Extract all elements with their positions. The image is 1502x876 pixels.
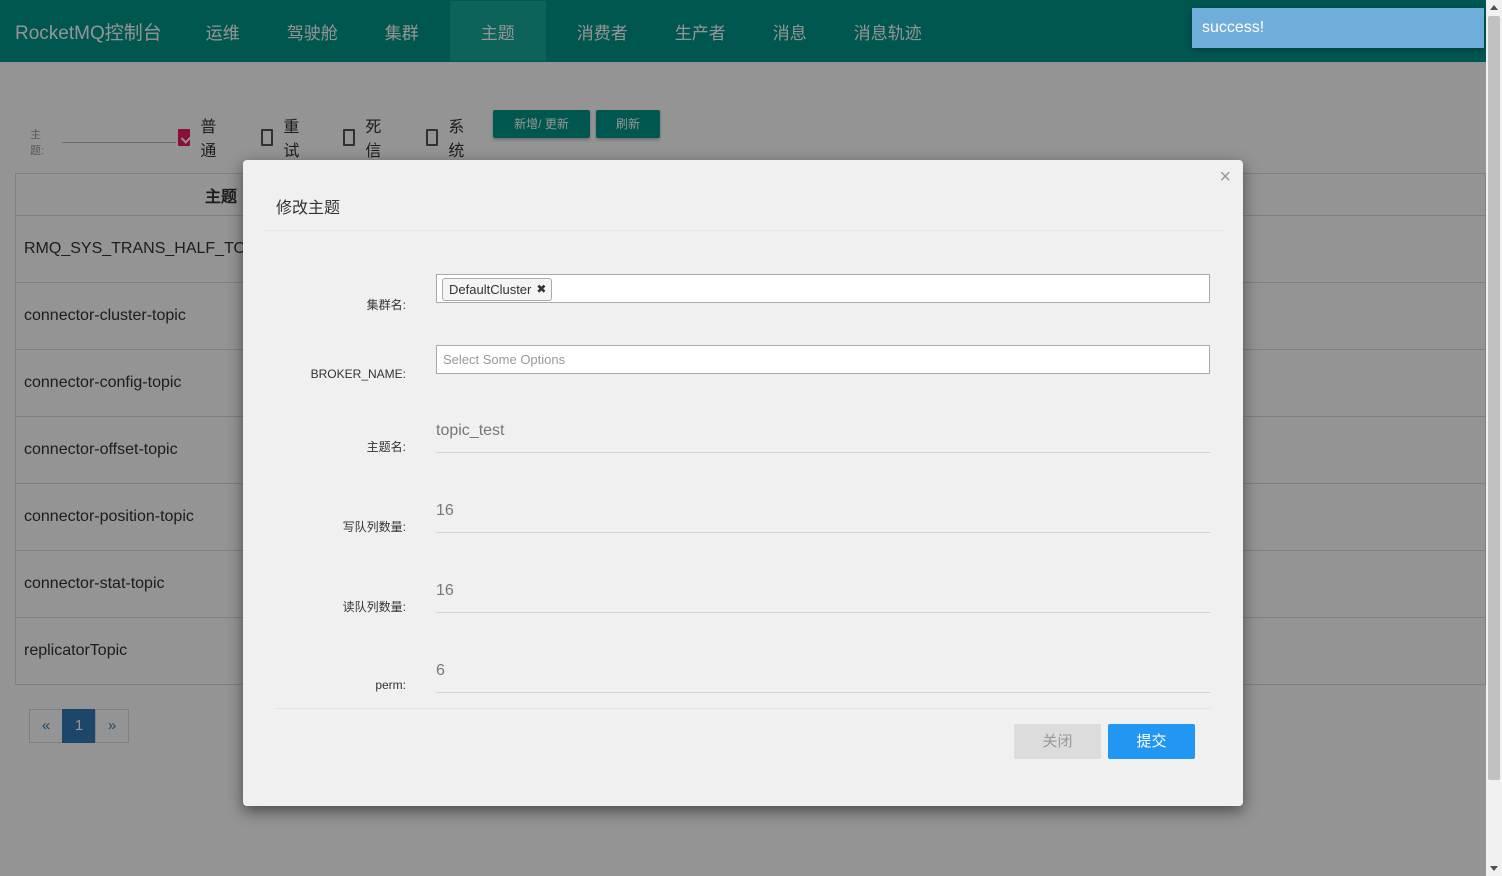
read-queue-field[interactable]: 16 (436, 582, 1210, 613)
cluster-chip: DefaultCluster ✖ (442, 278, 553, 301)
perm-label: perm: (375, 678, 406, 692)
read-queue-label: 读队列数量: (342, 600, 406, 614)
scrollbar-thumb[interactable] (1488, 16, 1500, 780)
success-toast: success! (1192, 8, 1484, 48)
topic-name-value: topic_test (436, 422, 505, 439)
scroll-up-arrow-icon[interactable] (1490, 5, 1498, 10)
write-queue-value: 16 (436, 502, 454, 519)
cluster-name-label: 集群名: (366, 298, 406, 312)
read-queue-value: 16 (436, 582, 454, 599)
perm-field[interactable]: 6 (436, 662, 1210, 693)
write-queue-label: 写队列数量: (342, 520, 406, 534)
scrollbar[interactable] (1486, 0, 1502, 876)
dialog-title: 修改主题 (276, 200, 341, 217)
topic-name-label: 主题名: (366, 440, 406, 454)
close-button[interactable]: 关闭 (1014, 724, 1101, 759)
cluster-chip-label: DefaultCluster (449, 282, 532, 297)
broker-select[interactable]: Select Some Options (436, 345, 1210, 374)
edit-topic-dialog: × 修改主题 集群名: DefaultCluster ✖ BROKER_NAME… (243, 160, 1243, 806)
write-queue-field[interactable]: 16 (436, 502, 1210, 533)
scroll-down-arrow-icon[interactable] (1490, 866, 1498, 871)
perm-value: 6 (436, 662, 445, 679)
broker-select-placeholder: Select Some Options (443, 352, 566, 367)
submit-button[interactable]: 提交 (1108, 724, 1195, 759)
dialog-header-divider (263, 230, 1223, 231)
topic-name-field[interactable]: topic_test (436, 422, 1210, 453)
cluster-select[interactable]: DefaultCluster ✖ (436, 274, 1210, 303)
close-icon[interactable]: × (1219, 166, 1231, 189)
dialog-footer-divider (275, 708, 1211, 709)
remove-chip-icon[interactable]: ✖ (536, 279, 546, 300)
broker-name-label: BROKER_NAME: (310, 367, 406, 381)
